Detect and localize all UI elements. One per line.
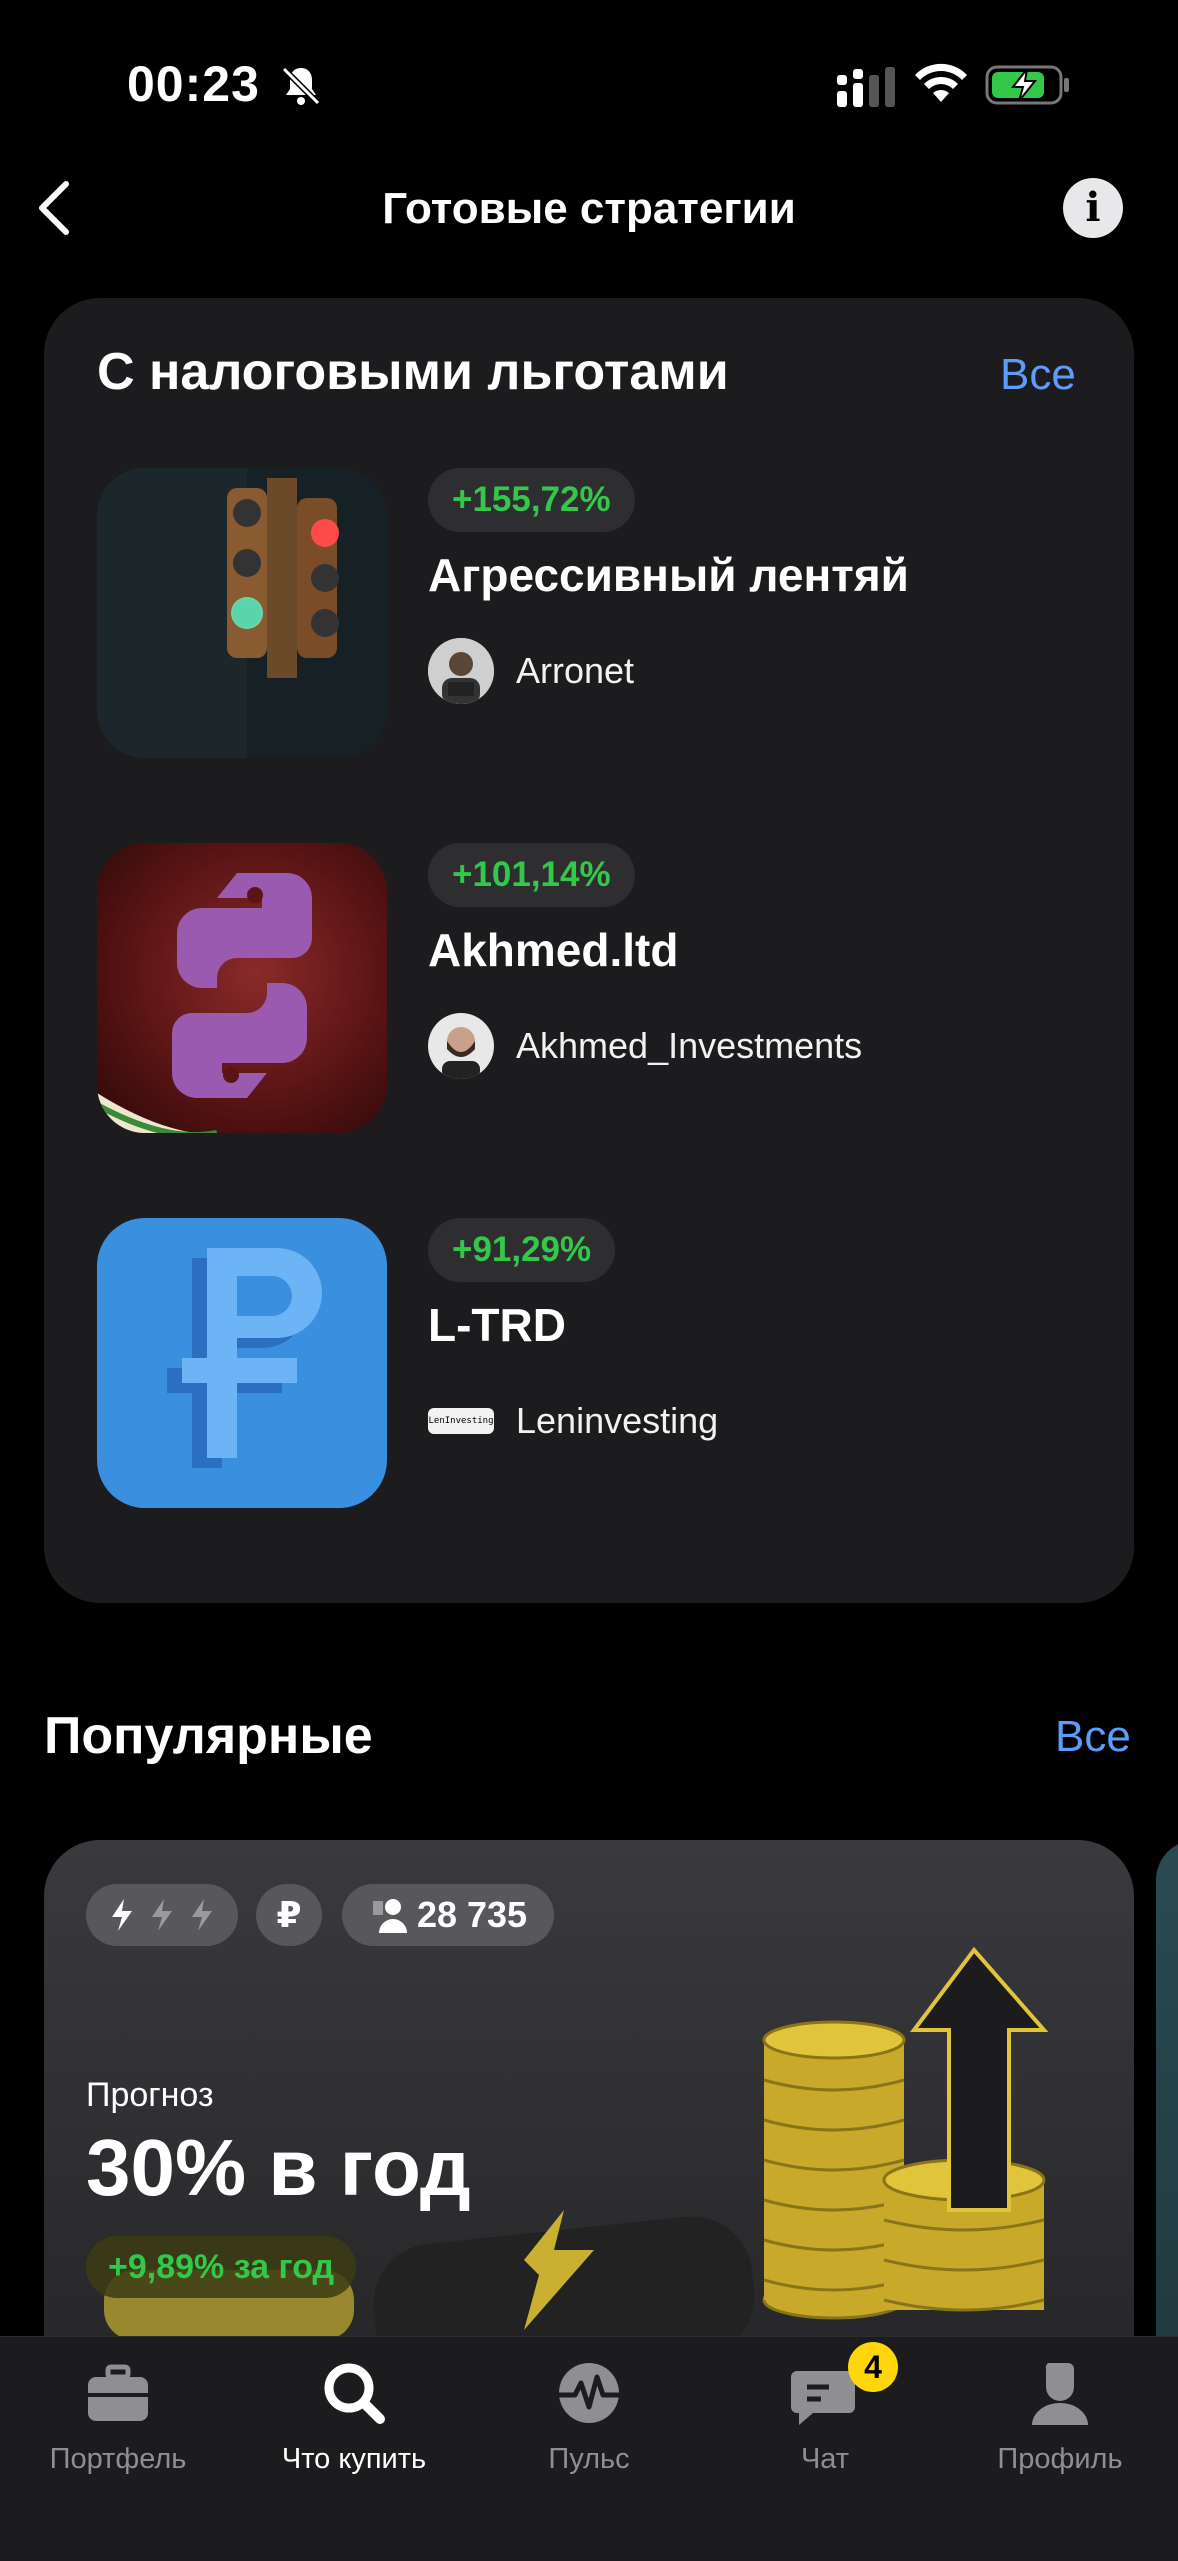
ruble-logo-image (167, 1248, 322, 1468)
author-row[interactable]: Akhmed_Investments (428, 1013, 862, 1079)
battery-charging-icon (985, 65, 1069, 105)
status-time: 00:23 (127, 56, 260, 112)
avatar (428, 1013, 494, 1079)
currency-chip: ₽ (256, 1884, 322, 1946)
tab-label: Профиль (997, 2443, 1123, 2475)
strategy-name: Агрессивный лентяй (428, 549, 909, 601)
risk-level-chip (86, 1884, 238, 1946)
forecast-value: 30% в год (86, 2123, 471, 2212)
python-logo-image (97, 873, 312, 1133)
popular-title: Популярные (44, 1707, 373, 1765)
traffic-light-image (97, 468, 387, 758)
pulse-icon (559, 2363, 619, 2423)
forecast-label: Прогноз (86, 2076, 214, 2114)
tab-what-to-buy[interactable]: Что купить (236, 2357, 472, 2476)
lightning-icon (112, 1899, 212, 1931)
author-row[interactable]: Arronet (428, 638, 634, 704)
page-title: Готовые стратегии (382, 184, 796, 233)
return-badge: +91,29% (428, 1218, 616, 1282)
currency-symbol: ₽ (276, 1894, 302, 1935)
subscribers-count: 28 735 (416, 1894, 528, 1935)
subscribers-chip: 28 735 (342, 1884, 554, 1946)
author-name: Leninvesting (516, 1400, 719, 1441)
strategy-name: L-TRD (428, 1299, 566, 1351)
bell-muted-icon (281, 66, 321, 106)
yield-badge: +9,89% за год (86, 2236, 357, 2298)
chat-unread-badge: 4 (848, 2342, 898, 2392)
people-icon (372, 1899, 407, 1933)
strategy-thumbnail (97, 1218, 387, 1508)
tab-pulse[interactable]: Пульс (471, 2357, 707, 2476)
strategy-item[interactable]: +101,14% Akhmed.ltd Akhmed_Investments (97, 843, 1097, 1133)
author-logo-text: LenInvesting (428, 1416, 494, 1426)
tab-bar: Портфель Что купить Пульс Чат Профиль (0, 2336, 1178, 2561)
tab-label: Чат (800, 2443, 850, 2475)
info-button[interactable]: i (1063, 178, 1123, 238)
tab-label: Что купить (281, 2443, 427, 2475)
avatar (428, 638, 494, 704)
popular-all-link[interactable]: Все (1055, 1712, 1131, 1762)
strategy-thumbnail (97, 468, 387, 758)
return-badge: +155,72% (428, 468, 635, 532)
author-row[interactable]: LenInvesting Leninvesting (428, 1388, 718, 1454)
strategy-name: Akhmed.ltd (428, 924, 679, 976)
author-name: Akhmed_Investments (516, 1025, 863, 1066)
section-title: С налоговыми льготами (97, 343, 729, 401)
cellular-signal-icon (837, 67, 895, 107)
briefcase-icon (88, 2364, 148, 2421)
return-badge: +101,14% (428, 843, 635, 907)
author-logo: LenInvesting (428, 1408, 494, 1434)
tax-strategies-card: С налоговыми льготами Все +155,72% Агрес… (44, 298, 1134, 1603)
tab-chat[interactable]: Чат (707, 2357, 943, 2476)
author-name: Arronet (516, 650, 635, 691)
strategy-thumbnail (97, 843, 387, 1133)
profile-icon (1032, 2363, 1088, 2425)
wifi-icon (915, 63, 967, 102)
tab-portfolio[interactable]: Портфель (0, 2357, 236, 2476)
strategy-item[interactable]: +155,72% Агрессивный лентяй Arronet (97, 468, 1097, 758)
tax-all-link[interactable]: Все (1000, 350, 1076, 400)
strategy-item[interactable]: +91,29% L-TRD LenInvesting Leninvesting (97, 1218, 1097, 1508)
tab-label: Портфель (49, 2443, 187, 2475)
search-icon (324, 2363, 385, 2424)
tab-label: Пульс (548, 2443, 630, 2475)
tab-profile[interactable]: Профиль (942, 2357, 1178, 2476)
